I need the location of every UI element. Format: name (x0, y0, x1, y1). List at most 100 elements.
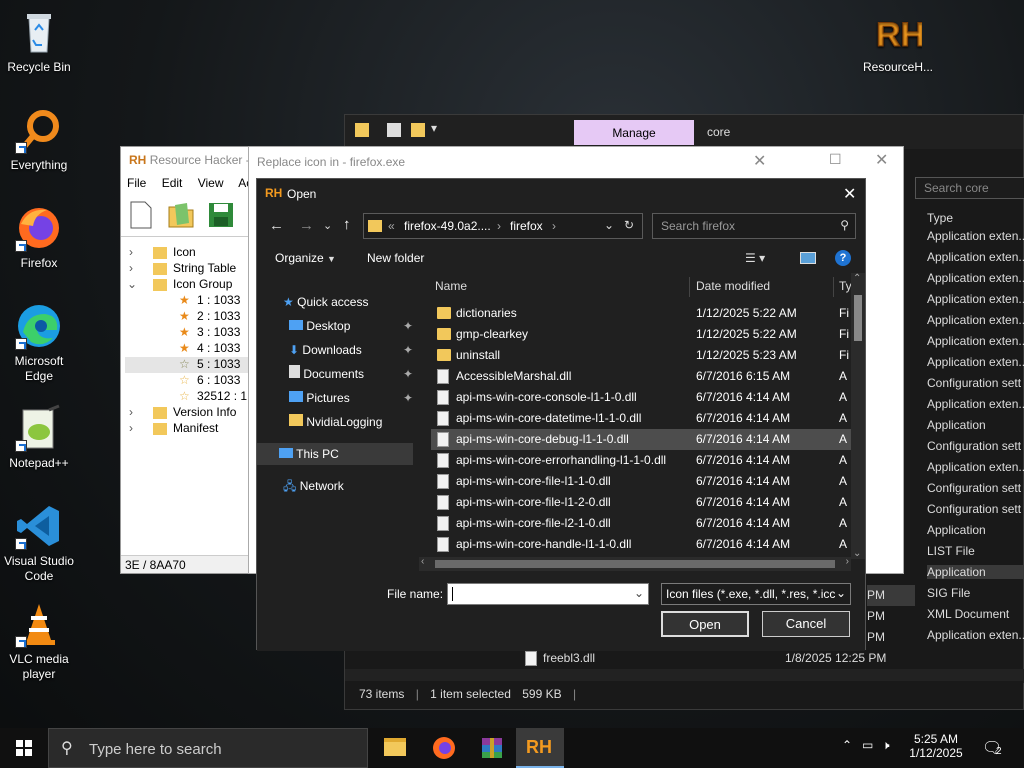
file-row[interactable]: AccessibleMarshal.dll 6/7/2016 6:15 AM A (431, 366, 851, 387)
nav-network[interactable]: 🖧 Network (283, 475, 344, 497)
save-icon[interactable] (207, 201, 235, 229)
desktop-icon-notepadpp[interactable]: Notepad++ (1, 404, 77, 471)
new-file-icon[interactable] (129, 201, 153, 229)
desktop-icon-edge[interactable]: Microsoft Edge (1, 302, 77, 384)
taskbar-file-explorer[interactable] (372, 728, 420, 768)
file-type-filter[interactable]: Icon files (*.exe, *.dll, *.res, *.icc ⌄ (661, 583, 851, 605)
properties-icon[interactable] (387, 123, 401, 137)
desktop-icon-vscode[interactable]: Visual Studio Code (1, 502, 77, 584)
help-icon[interactable]: ? (835, 250, 851, 266)
nav-this-pc[interactable]: This PC (257, 443, 413, 465)
ribbon-tab-manage[interactable]: Manage (574, 120, 694, 145)
volume-muted-icon[interactable]: 🕨 (882, 738, 890, 753)
file-row[interactable]: api-ms-win-core-datetime-l1-1-0.dll 6/7/… (431, 408, 851, 429)
desktop-icon-firefox[interactable]: Firefox (1, 204, 77, 271)
taskbar-search-box[interactable]: ⚲ Type here to search (48, 728, 368, 768)
desktop-icon-resourcehacker[interactable]: RH ResourceH... (858, 8, 938, 75)
close-icon[interactable]: ✕ (875, 150, 888, 170)
menu-file[interactable]: File (127, 176, 146, 190)
scroll-down-icon[interactable]: ⌄ (853, 548, 861, 559)
new-folder-icon[interactable] (411, 123, 425, 137)
address-bar[interactable]: « firefox-49.0a2.... › firefox › ⌄ ↻ (363, 213, 643, 239)
close-icon[interactable]: ✕ (843, 184, 856, 204)
search-input[interactable]: Search core (915, 177, 1024, 199)
nav-quick-access[interactable]: ★ Quick access (283, 291, 368, 313)
file-row[interactable]: api-ms-win-core-file-l2-1-0.dll 6/7/2016… (431, 513, 851, 534)
column-header-type[interactable]: Ty (839, 279, 851, 293)
tree-item-icon-5-selected[interactable]: ☆ 5 : 1033 (125, 357, 251, 373)
menu-view[interactable]: View (198, 176, 224, 190)
tree-item-icon-4[interactable]: ★ 4 : 1033 (125, 341, 251, 357)
up-arrow-icon[interactable]: ↑ (343, 216, 351, 233)
tree-item-icon-3[interactable]: ★ 3 : 1033 (125, 325, 251, 341)
tree-item-icon-2[interactable]: ★ 2 : 1033 (125, 309, 251, 325)
dropdown-arrow-icon[interactable]: ⌄ (835, 586, 846, 600)
tree-item-icon-32512[interactable]: ☆ 32512 : 1 (125, 389, 251, 405)
scroll-right-icon[interactable]: › (846, 556, 849, 567)
recent-dropdown-icon[interactable]: ⌄ (323, 219, 332, 232)
desktop-icon-recycle-bin[interactable]: Recycle Bin (1, 8, 77, 75)
tree-item-version-info[interactable]: › Version Info (125, 405, 251, 421)
search-input[interactable]: Search firefox ⚲ (652, 213, 856, 239)
file-row[interactable]: dictionaries 1/12/2025 5:22 AM Fi (431, 303, 851, 324)
scrollbar-thumb[interactable] (854, 295, 862, 341)
vertical-scrollbar[interactable]: ⌃ ⌄ (851, 273, 865, 559)
dropdown-arrow-icon[interactable]: ⌄ (634, 586, 644, 600)
breadcrumb-segment[interactable]: firefox (510, 219, 543, 233)
forward-arrow-icon[interactable]: → (299, 217, 314, 234)
new-folder-button[interactable]: New folder (367, 251, 424, 265)
back-arrow-icon[interactable]: ← (269, 217, 284, 234)
cancel-button[interactable]: Cancel (762, 611, 850, 637)
file-row[interactable]: api-ms-win-core-console-l1-1-0.dll 6/7/2… (431, 387, 851, 408)
tree-item-icon[interactable]: › Icon (125, 245, 251, 261)
tree-item-manifest[interactable]: › Manifest (125, 421, 251, 437)
tree-item-icon-1[interactable]: ★ 1 : 1033 (125, 293, 251, 309)
network-status-icon[interactable]: ▭ (862, 738, 873, 752)
nav-documents[interactable]: Documents ✦ (289, 363, 413, 385)
open-folder-icon[interactable] (167, 201, 195, 229)
scroll-left-icon[interactable]: ‹ (421, 556, 424, 567)
file-row[interactable]: gmp-clearkey 1/12/2025 5:22 AM Fi (431, 324, 851, 345)
file-row[interactable]: api-ms-win-core-handle-l1-1-0.dll 6/7/20… (431, 534, 851, 555)
scroll-up-icon[interactable]: ⌃ (853, 273, 861, 284)
quick-access-dropdown-icon[interactable]: ▾ (431, 121, 437, 135)
expand-icon[interactable]: › (129, 405, 133, 419)
nav-desktop[interactable]: Desktop ✦ (289, 315, 413, 337)
breadcrumb-segment[interactable]: firefox-49.0a2.... (404, 219, 491, 233)
preview-pane-icon[interactable] (800, 252, 816, 264)
menu-edit[interactable]: Edit (162, 176, 183, 190)
desktop-icon-vlc[interactable]: VLC media player (1, 600, 77, 682)
show-hidden-icons-icon[interactable]: ⌃ (842, 738, 852, 752)
expand-icon[interactable]: › (129, 421, 133, 435)
replace-dialog-close-icon[interactable]: ✕ (753, 151, 766, 171)
file-row[interactable]: api-ms-win-core-file-l1-1-0.dll 6/7/2016… (431, 471, 851, 492)
view-options-icon[interactable]: ☰ ▾ (745, 251, 765, 265)
nav-pictures[interactable]: Pictures ✦ (289, 387, 413, 409)
tree-item-icon-6[interactable]: ☆ 6 : 1033 (125, 373, 251, 389)
clock[interactable]: 5:25 AM 1/12/2025 (906, 732, 966, 760)
maximize-icon[interactable]: ☐ (829, 151, 842, 168)
address-dropdown-icon[interactable]: ⌄ (604, 218, 614, 232)
scrollbar-thumb[interactable] (435, 560, 835, 568)
refresh-icon[interactable]: ↻ (624, 218, 634, 232)
column-header-type[interactable]: Type (927, 211, 953, 225)
collapse-icon[interactable]: ⌄ (127, 277, 137, 291)
start-button[interactable] (0, 728, 48, 768)
taskbar-winrar[interactable] (468, 728, 516, 768)
file-row-selected[interactable]: api-ms-win-core-debug-l1-1-0.dll 6/7/201… (431, 429, 851, 450)
taskbar-resource-hacker[interactable]: RH (516, 728, 564, 768)
organize-button[interactable]: Organize ▼ (275, 251, 336, 265)
nav-downloads[interactable]: ⬇ Downloads ✦ (289, 339, 413, 361)
nav-nvidialogging[interactable]: NvidiaLogging (289, 411, 382, 433)
breadcrumb-overflow[interactable]: « (388, 219, 395, 233)
expand-icon[interactable]: › (129, 245, 133, 259)
file-row[interactable]: api-ms-win-core-errorhandling-l1-1-0.dll… (431, 450, 851, 471)
column-header-name[interactable]: Name (435, 279, 467, 293)
file-name-input[interactable]: ⌄ (447, 583, 649, 605)
open-button[interactable]: Open (661, 611, 749, 637)
taskbar-firefox[interactable] (420, 728, 468, 768)
file-row-freebl3[interactable]: freebl3.dll 1/8/2025 12:25 PM (525, 648, 915, 669)
file-row[interactable]: uninstall 1/12/2025 5:23 AM Fi (431, 345, 851, 366)
file-row[interactable]: api-ms-win-core-file-l1-2-0.dll 6/7/2016… (431, 492, 851, 513)
tree-item-icon-group[interactable]: ⌄ Icon Group (125, 277, 251, 293)
